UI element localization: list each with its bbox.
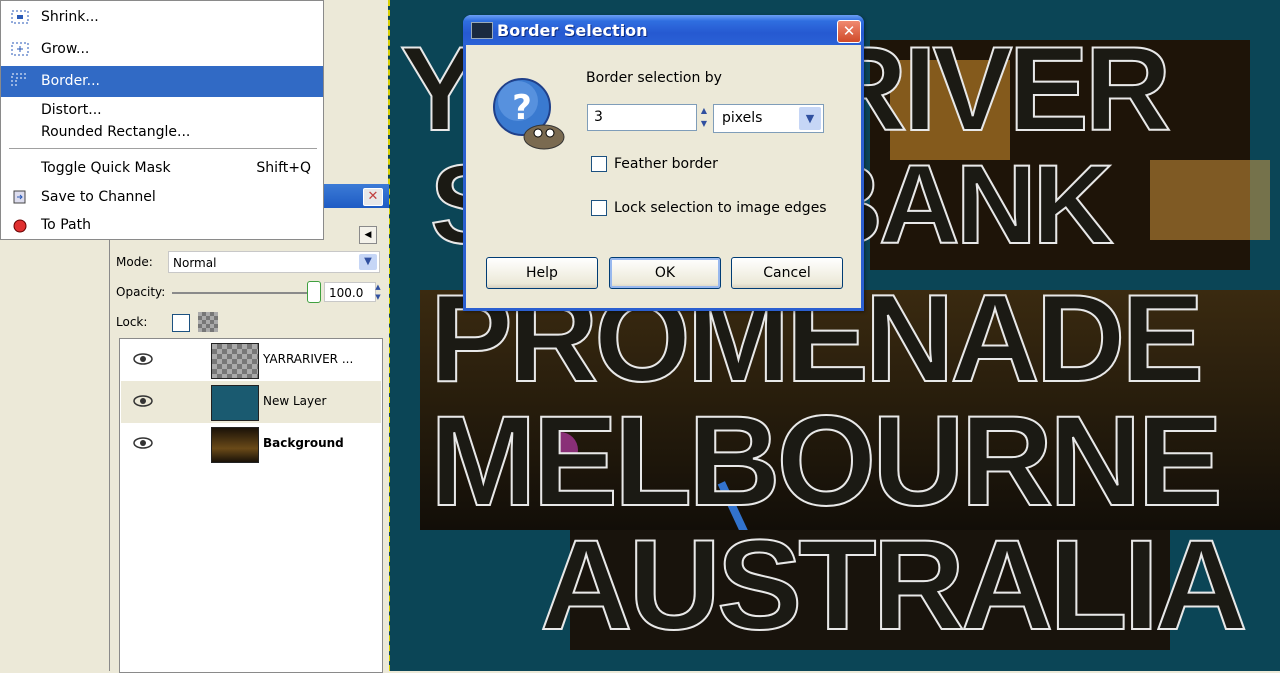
- feather-border-label[interactable]: Feather border: [614, 156, 718, 172]
- menu-item-rounded-rectangle[interactable]: Rounded Rectangle...: [1, 118, 323, 146]
- help-button[interactable]: Help: [486, 257, 598, 289]
- eye-icon[interactable]: [133, 435, 153, 451]
- border-selection-dialog: Border Selection ✕ ? Border selection by…: [463, 15, 864, 311]
- opacity-spinner-icon[interactable]: ▲ ▼: [373, 282, 383, 302]
- menu-item-toggle-quick-mask[interactable]: Toggle Quick Mask Shift+Q: [1, 154, 323, 182]
- layers-close-icon[interactable]: ✕: [363, 188, 383, 206]
- menu-item-save-to-channel[interactable]: Save to Channel: [1, 183, 323, 211]
- opacity-slider[interactable]: [172, 292, 312, 294]
- shrink-icon: [11, 10, 29, 24]
- ok-button[interactable]: OK: [609, 257, 721, 289]
- feather-border-checkbox[interactable]: [591, 156, 607, 172]
- unit-value: pixels: [722, 110, 763, 126]
- lock-alpha-icon[interactable]: [198, 312, 218, 332]
- layer-name: YARRARIVER ...: [263, 352, 354, 366]
- layer-name: New Layer: [263, 394, 327, 408]
- opacity-label: Opacity:: [116, 285, 166, 299]
- toolbox-panel: [0, 240, 110, 671]
- menu-item-border[interactable]: Border...: [1, 66, 323, 97]
- opacity-input[interactable]: 100.0: [324, 282, 376, 302]
- opacity-slider-handle[interactable]: [307, 281, 321, 303]
- menu-item-to-path[interactable]: To Path: [1, 211, 323, 239]
- lock-pixels-checkbox[interactable]: [172, 314, 190, 332]
- layers-dock: ✕ ◀ Mode: Normal ▼ Opacity: 100.0 ▲ ▼ Loc…: [109, 184, 389, 673]
- close-icon[interactable]: ✕: [837, 20, 861, 43]
- to-path-icon: [13, 219, 27, 233]
- mode-label: Mode:: [116, 255, 153, 269]
- menu-item-shrink[interactable]: Shrink...: [1, 3, 323, 31]
- layer-list: YARRARIVER ... New Layer Background: [119, 338, 383, 673]
- border-icon: [11, 73, 28, 86]
- layer-thumbnail: [211, 385, 259, 421]
- lock-edges-checkbox[interactable]: [591, 200, 607, 216]
- save-to-channel-icon: [13, 190, 26, 204]
- mode-select[interactable]: Normal ▼: [168, 251, 380, 273]
- gimp-window-icon: [471, 22, 493, 39]
- layer-row[interactable]: New Layer: [121, 381, 381, 423]
- shortcut-label: Shift+Q: [256, 160, 311, 176]
- layer-name: Background: [263, 436, 344, 450]
- layer-thumbnail: [211, 343, 259, 379]
- canvas-text-line-5: AUSTRALIA: [539, 513, 1248, 658]
- lock-label: Lock:: [116, 315, 148, 329]
- lock-edges-label[interactable]: Lock selection to image edges: [614, 200, 827, 216]
- eye-icon[interactable]: [133, 351, 153, 367]
- layer-row[interactable]: Background: [121, 423, 381, 465]
- dialog-title: Border Selection: [497, 21, 648, 40]
- chevron-down-icon[interactable]: ▼: [799, 107, 821, 130]
- mode-value: Normal: [173, 256, 217, 270]
- svg-text:?: ?: [512, 88, 532, 128]
- layer-row[interactable]: YARRARIVER ...: [121, 339, 381, 381]
- border-size-spinner-icon[interactable]: ▲ ▼: [697, 104, 711, 131]
- chevron-down-icon[interactable]: ▼: [359, 254, 377, 270]
- border-by-label: Border selection by: [586, 70, 722, 86]
- select-menu: Shrink... Grow... Border... Distort... R…: [0, 0, 324, 240]
- cancel-button[interactable]: Cancel: [731, 257, 843, 289]
- border-size-input[interactable]: 3: [587, 104, 697, 131]
- menu-item-grow[interactable]: Grow...: [1, 35, 323, 63]
- menu-separator: [9, 148, 317, 149]
- tab-menu-arrow-icon[interactable]: ◀: [359, 226, 377, 244]
- layer-thumbnail: [211, 427, 259, 463]
- unit-select[interactable]: pixels ▼: [713, 104, 824, 133]
- grow-icon: [11, 42, 29, 56]
- question-gimp-icon: ?: [493, 78, 565, 150]
- eye-icon[interactable]: [133, 393, 153, 409]
- dialog-titlebar[interactable]: Border Selection ✕: [463, 15, 864, 45]
